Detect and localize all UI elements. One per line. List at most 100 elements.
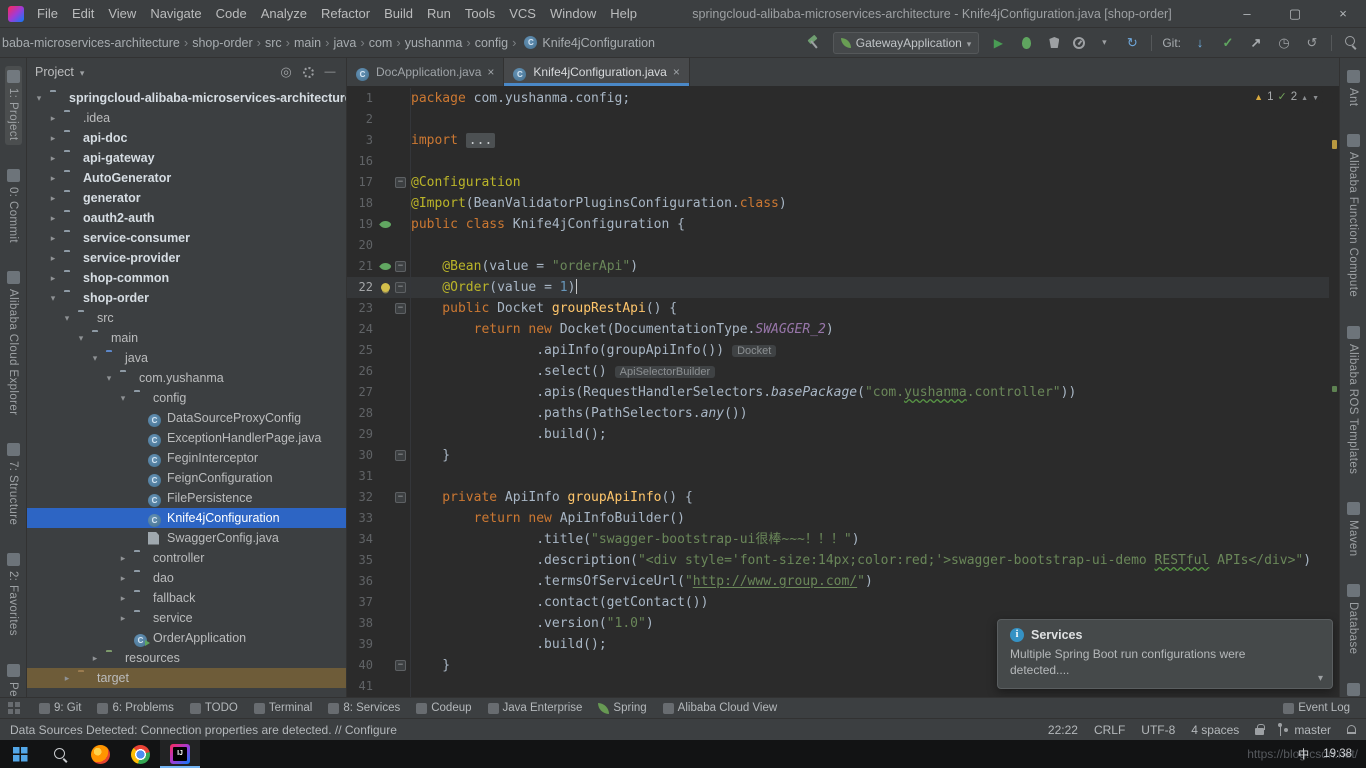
menu-help[interactable]: Help: [603, 0, 644, 28]
hide-panel-icon[interactable]: [322, 64, 338, 80]
inspections-widget[interactable]: 1 2: [1250, 89, 1323, 104]
breadcrumb-item-com[interactable]: com: [369, 36, 393, 50]
tool-window-button-event-log[interactable]: Event Log: [1275, 702, 1358, 714]
tree-item-main[interactable]: main: [27, 328, 346, 348]
tool-stripe-alibaba-ros-templates[interactable]: Alibaba ROS Templates: [1345, 322, 1362, 478]
collapse-arrow-icon[interactable]: [61, 313, 73, 324]
taskbar-clock[interactable]: 19:38: [1323, 748, 1352, 760]
tool-window-button-codeup[interactable]: Codeup: [408, 698, 479, 718]
fold-marker-icon[interactable]: [393, 177, 408, 188]
prev-problem-icon[interactable]: [1301, 91, 1308, 103]
menu-edit[interactable]: Edit: [65, 0, 101, 28]
taskbar-search-button[interactable]: [40, 740, 80, 768]
menu-refactor[interactable]: Refactor: [314, 0, 377, 28]
git-push-button[interactable]: [1247, 34, 1265, 52]
tool-stripe-0-commit[interactable]: 0: Commit: [5, 165, 22, 247]
file-encoding[interactable]: UTF-8: [1141, 723, 1175, 737]
tool-window-button-9-git[interactable]: 9: Git: [31, 698, 89, 718]
tool-stripe-bean[interactable]: Bean: [1345, 679, 1362, 697]
fold-marker-icon[interactable]: [393, 303, 408, 314]
expand-arrow-icon[interactable]: [47, 133, 59, 144]
collapse-arrow-icon[interactable]: [33, 93, 45, 104]
tool-window-button-todo[interactable]: TODO: [182, 698, 246, 718]
menu-window[interactable]: Window: [543, 0, 603, 28]
tree-item-service[interactable]: service: [27, 608, 346, 628]
tree-item-filepersistence[interactable]: FilePersistence: [27, 488, 346, 508]
close-tab-icon[interactable]: [673, 65, 680, 79]
tree-item-fallback[interactable]: fallback: [27, 588, 346, 608]
tab-docapplication-java[interactable]: DocApplication.java: [347, 58, 505, 86]
tree-item-api-gateway[interactable]: api-gateway: [27, 148, 346, 168]
tool-stripe-alibaba-cloud-explorer[interactable]: Alibaba Cloud Explorer: [5, 267, 22, 419]
expand-arrow-icon[interactable]: [47, 193, 59, 204]
next-problem-icon[interactable]: [1312, 91, 1319, 103]
menu-build[interactable]: Build: [377, 0, 420, 28]
code-line-23[interactable]: 23 public Docket groupRestApi() {: [347, 298, 1329, 319]
code-line-35[interactable]: 35 .description("<div style='font-size:1…: [347, 550, 1329, 571]
breadcrumb-item-shop-order[interactable]: shop-order: [192, 36, 252, 50]
expand-arrow-icon[interactable]: [47, 273, 59, 284]
collapse-arrow-icon[interactable]: [117, 393, 129, 404]
code-line-29[interactable]: 29 .build();: [347, 424, 1329, 445]
project-panel-title[interactable]: Project: [35, 65, 74, 79]
code-line-37[interactable]: 37 .contact(getContact()): [347, 592, 1329, 613]
sync-icon[interactable]: [1123, 34, 1141, 52]
profiler-button[interactable]: [1073, 36, 1086, 49]
tool-window-button-8-services[interactable]: 8: Services: [320, 698, 408, 718]
code-line-18[interactable]: 18 @Import(BeanValidatorPluginsConfigurat…: [347, 193, 1329, 214]
collapse-arrow-icon[interactable]: [89, 353, 101, 364]
menu-vcs[interactable]: VCS: [502, 0, 543, 28]
bulb-icon[interactable]: [377, 283, 393, 292]
notifications-bell-icon[interactable]: [1347, 725, 1356, 734]
tool-window-button-alibaba-cloud-view[interactable]: Alibaba Cloud View: [655, 698, 786, 718]
tool-stripe-2-favorites[interactable]: 2: Favorites: [5, 549, 22, 640]
lock-icon[interactable]: [1255, 724, 1265, 735]
close-tab-icon[interactable]: [487, 65, 494, 79]
code-line-1[interactable]: 1 package com.yushanma.config;: [347, 88, 1329, 109]
tool-windows-switcher-icon[interactable]: [8, 701, 21, 715]
code-line-28[interactable]: 28 .paths(PathSelectors.any()): [347, 403, 1329, 424]
tool-window-button-spring[interactable]: Spring: [590, 698, 654, 718]
tree-item-controller[interactable]: controller: [27, 548, 346, 568]
tree-item-service-consumer[interactable]: service-consumer: [27, 228, 346, 248]
fold-marker-icon[interactable]: [393, 660, 408, 671]
tool-stripe-persistence[interactable]: Persistence: [5, 660, 22, 697]
expand-arrow-icon[interactable]: [47, 153, 59, 164]
tree-item-datasourceproxyconfig[interactable]: DataSourceProxyConfig: [27, 408, 346, 428]
tool-window-button-terminal[interactable]: Terminal: [246, 698, 320, 718]
code-line-36[interactable]: 36 .termsOfServiceUrl("http://www.group.…: [347, 571, 1329, 592]
tree-item-com-yushanma[interactable]: com.yushanma: [27, 368, 346, 388]
configure-link[interactable]: Configure: [345, 723, 397, 737]
breadcrumb-item-knife4jconfiguration[interactable]: Knife4jConfiguration: [542, 36, 655, 50]
tree-item-knife4jconfiguration[interactable]: Knife4jConfiguration: [27, 508, 346, 528]
tree-item-springcloud-alibaba-microservices-architecture[interactable]: springcloud-alibaba-microservices-archit…: [27, 88, 346, 108]
code-line-21[interactable]: 21 @Bean(value = "orderApi"): [347, 256, 1329, 277]
git-branch-widget[interactable]: master: [1277, 722, 1331, 737]
expand-arrow-icon[interactable]: [117, 613, 129, 624]
close-button[interactable]: ×: [1336, 6, 1350, 21]
tree-item-shop-order[interactable]: shop-order: [27, 288, 346, 308]
menu-code[interactable]: Code: [209, 0, 254, 28]
tree-item-swaggerconfig-java[interactable]: SwaggerConfig.java: [27, 528, 346, 548]
code-line-22[interactable]: 22 @Order(value = 1): [347, 277, 1329, 298]
collapse-arrow-icon[interactable]: [47, 293, 59, 304]
tool-stripe-1-project[interactable]: 1: Project: [4, 66, 22, 145]
tool-stripe-maven[interactable]: Maven: [1345, 498, 1362, 561]
search-icon[interactable]: [1342, 34, 1360, 52]
tree-item-exceptionhandlerpage-java[interactable]: ExceptionHandlerPage.java: [27, 428, 346, 448]
menu-tools[interactable]: Tools: [458, 0, 502, 28]
expand-arrow-icon[interactable]: [117, 593, 129, 604]
expand-arrow-icon[interactable]: [117, 573, 129, 584]
git-history-button[interactable]: [1275, 34, 1293, 52]
notification-popup[interactable]: Services Multiple Spring Boot run config…: [997, 619, 1333, 689]
tool-stripe-ant[interactable]: Ant: [1345, 66, 1362, 110]
warning-scroll-mark[interactable]: [1332, 140, 1337, 149]
expand-arrow-icon[interactable]: [47, 113, 59, 124]
code-line-31[interactable]: 31: [347, 466, 1329, 487]
fold-marker-icon[interactable]: [393, 492, 408, 503]
collapse-arrow-icon[interactable]: [75, 333, 87, 344]
menu-navigate[interactable]: Navigate: [143, 0, 208, 28]
tab-knife4jconfiguration-java[interactable]: Knife4jConfiguration.java: [504, 58, 690, 86]
code-line-34[interactable]: 34 .title("swagger-bootstrap-ui很棒~~~！！！"…: [347, 529, 1329, 550]
browser-app-button[interactable]: [80, 740, 120, 768]
